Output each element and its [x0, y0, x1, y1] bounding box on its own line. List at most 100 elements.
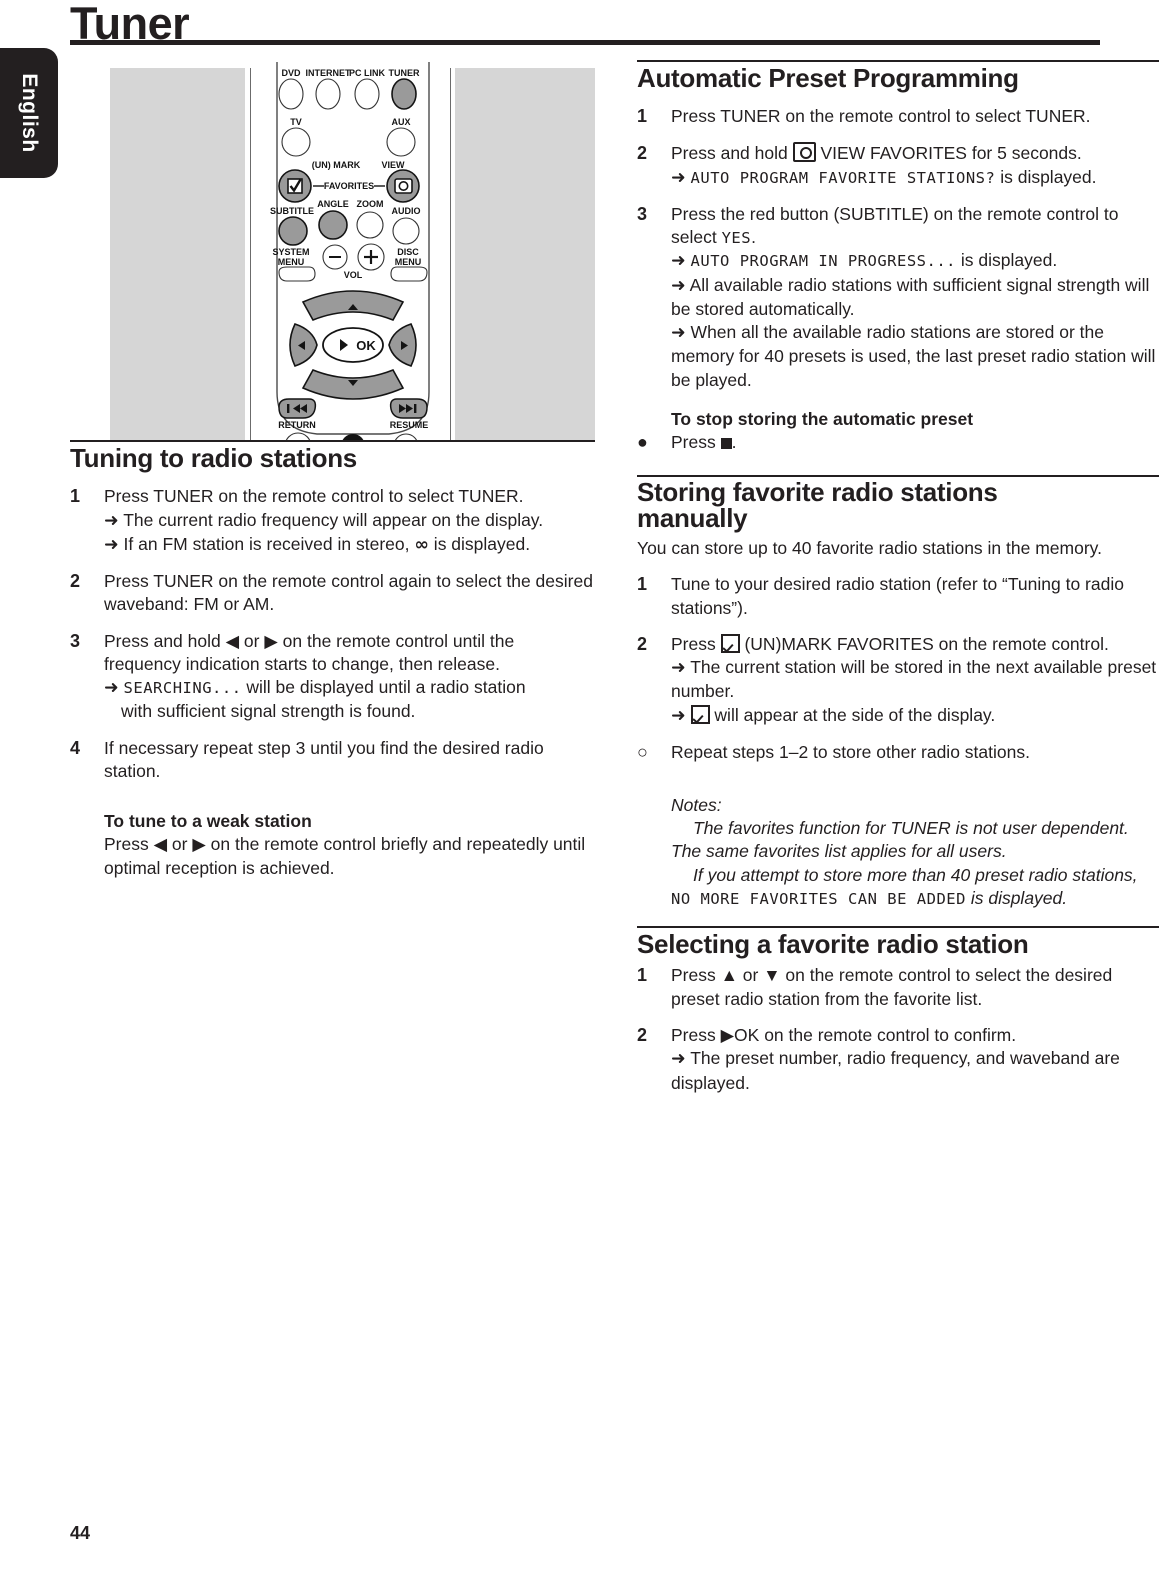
- step-body: Press ▲ or ▼ on the remote control to se…: [671, 965, 1113, 1009]
- svg-text:MENU: MENU: [395, 257, 422, 267]
- arrow-icon: ➜: [671, 275, 686, 296]
- step-body: Press (UN)MARK FAVORITES on the remote c…: [671, 633, 1159, 728]
- language-tab-label: English: [18, 73, 41, 153]
- heading-line-2: manually: [637, 502, 748, 533]
- weak-station-body: To tune to a weak station Press ◀ or ▶ o…: [104, 796, 595, 880]
- sub-text: is displayed.: [956, 250, 1058, 271]
- step-sub: ➜ The preset number, radio frequency, an…: [671, 1047, 1159, 1095]
- svg-text:ZOOM: ZOOM: [357, 199, 384, 209]
- svg-text:AUX: AUX: [391, 117, 410, 127]
- stop-button-icon: [720, 438, 732, 450]
- view-favorites-icon: [792, 142, 816, 163]
- step-text: Press (UN)MARK FAVORITES on the remote c…: [671, 633, 1159, 656]
- svg-text:ANGLE: ANGLE: [317, 199, 349, 209]
- step-number: 2: [637, 1024, 648, 1045]
- step-item: 1 Press TUNER on the remote control to s…: [637, 105, 1159, 129]
- stop-storing-block: To stop storing the automatic preset: [637, 408, 1159, 431]
- arrow-icon: ➜: [671, 167, 686, 188]
- step-number: 1: [637, 574, 648, 595]
- left-column: .bt{font-family:"Liberation Sans",sans-s…: [70, 60, 595, 880]
- step-item: 1 Tune to your desired radio station (re…: [637, 573, 1159, 620]
- stop-storing-action: ● Press .: [637, 431, 1159, 455]
- step-sub: ➜ The current radio frequency will appea…: [104, 509, 595, 533]
- step-body: Press TUNER on the remote control again …: [104, 571, 593, 615]
- note-2-after: is displayed.: [965, 887, 1068, 908]
- svg-text:DVD: DVD: [281, 68, 301, 78]
- display-text: AUTO PROGRAM IN PROGRESS...: [690, 252, 957, 271]
- step-number: 2: [70, 571, 81, 592]
- step-number: 4: [70, 737, 81, 758]
- display-text: NO MORE FAVORITES CAN BE ADDED: [671, 889, 966, 908]
- right-column: Automatic Preset Programming 1 Press TUN…: [637, 60, 1159, 1095]
- svg-text:TUNER: TUNER: [389, 68, 420, 78]
- note-2: If you attempt to store more than 40 pre…: [671, 864, 1159, 911]
- sub-text: The preset number, radio frequency, and …: [671, 1048, 1120, 1093]
- sub-text: When all the available radio stations ar…: [671, 322, 1156, 390]
- svg-text:TV: TV: [290, 117, 302, 127]
- language-tab: English: [0, 48, 58, 178]
- stereo-icon: ∞: [414, 534, 429, 555]
- stop-storing-text: Press .: [671, 431, 1159, 455]
- step-item: ○ Repeat steps 1–2 to store other radio …: [637, 741, 1159, 765]
- left-heading-rule: [70, 440, 595, 442]
- unmark-favorites-checkbox-icon: [720, 633, 740, 653]
- heading-line-1: Storing favorite radio stations: [637, 477, 998, 508]
- step-body: Repeat steps 1–2 to store other radio st…: [671, 741, 1030, 762]
- sub-text: All available radio stations with suffic…: [671, 274, 1150, 319]
- svg-text:OK: OK: [356, 338, 376, 353]
- remote-body: .bt{font-family:"Liberation Sans",sans-s…: [243, 62, 463, 440]
- remote-control-illustration: .bt{font-family:"Liberation Sans",sans-s…: [110, 60, 595, 440]
- arrow-icon: ➜: [671, 323, 686, 344]
- notes-block: Notes: The favorites function for TUNER …: [637, 778, 1159, 910]
- page-number: 44: [70, 1523, 91, 1543]
- step-sub: ➜ AUTO PROGRAM IN PROGRESS... is display…: [671, 249, 1159, 273]
- arrow-icon: ➜: [671, 251, 686, 272]
- bullet-filled-icon: ●: [637, 432, 648, 453]
- step-item: 2 Press ▶OK on the remote control to con…: [637, 1024, 1159, 1095]
- step-item: 3 Press and hold ◀ or ▶ on the remote co…: [70, 630, 595, 724]
- sub-text: is displayed.: [995, 166, 1097, 187]
- step-item: 2 Press and hold VIEW FAVORITES for 5 se…: [637, 142, 1159, 190]
- section1-rule: [637, 60, 1159, 62]
- svg-text:SUBTITLE: SUBTITLE: [270, 206, 314, 216]
- step-sub: ➜ SEARCHING... will be displayed until a…: [104, 676, 595, 724]
- step-sub: ➜ AUTO PROGRAM FAVORITE STATIONS? is dis…: [671, 166, 1159, 190]
- sub-text: will appear at the side of the display.: [714, 704, 996, 725]
- heading-tuning-to-radio-stations: Tuning to radio stations: [70, 443, 357, 473]
- step-text: Press ▶OK on the remote control to confi…: [671, 1024, 1017, 1045]
- svg-text:INTERNET: INTERNET: [306, 68, 352, 78]
- heading-storing-favorite-radio-stations: Storing favorite radio stations manually: [637, 477, 1159, 533]
- sub-text-cont: with sufficient signal strength is found…: [121, 701, 416, 722]
- step-text-tail: .: [751, 227, 756, 248]
- step-sub: ➜ If an FM station is received in stereo…: [104, 533, 531, 555]
- step-text: Press and hold VIEW FAVORITES for 5 seco…: [671, 142, 1159, 165]
- step-item: 2 Press TUNER on the remote control agai…: [70, 570, 595, 617]
- step-number: 2: [637, 143, 648, 164]
- stop-storing-subhead-wrap: To stop storing the automatic preset: [671, 408, 1159, 431]
- step-body: Tune to your desired radio station (refe…: [671, 574, 1124, 618]
- svg-text:VIEW: VIEW: [381, 160, 405, 170]
- step-number: 2: [637, 633, 648, 654]
- notes-label: Notes:: [671, 794, 722, 815]
- svg-text:VOL: VOL: [344, 270, 363, 280]
- note-1: The favorites function for TUNER is not …: [671, 818, 1129, 862]
- svg-text:SYSTEM: SYSTEM: [272, 247, 309, 257]
- subheading-stop-storing: To stop storing the automatic preset: [671, 408, 974, 429]
- step-sub: ➜ When all the available radio stations …: [671, 321, 1159, 392]
- step-text: Press the red button (SUBTITLE) on the r…: [671, 203, 1159, 250]
- svg-text:AUDIO: AUDIO: [392, 206, 421, 216]
- step-body: Press the red button (SUBTITLE) on the r…: [671, 203, 1159, 392]
- step-sub: ➜ will appear at the side of the display…: [671, 704, 1159, 728]
- subheading-weak-station: To tune to a weak station: [104, 811, 312, 832]
- figure-left-panel: [110, 68, 245, 440]
- arrow-icon: ➜: [671, 705, 686, 726]
- step-text-after: (UN)MARK FAVORITES on the remote control…: [739, 633, 1109, 654]
- step-number: 1: [637, 106, 648, 127]
- step-text-before: Press: [671, 633, 721, 654]
- period: .: [731, 432, 737, 453]
- bullet-hollow-icon: ○: [637, 741, 648, 762]
- section3-rule: [637, 926, 1159, 929]
